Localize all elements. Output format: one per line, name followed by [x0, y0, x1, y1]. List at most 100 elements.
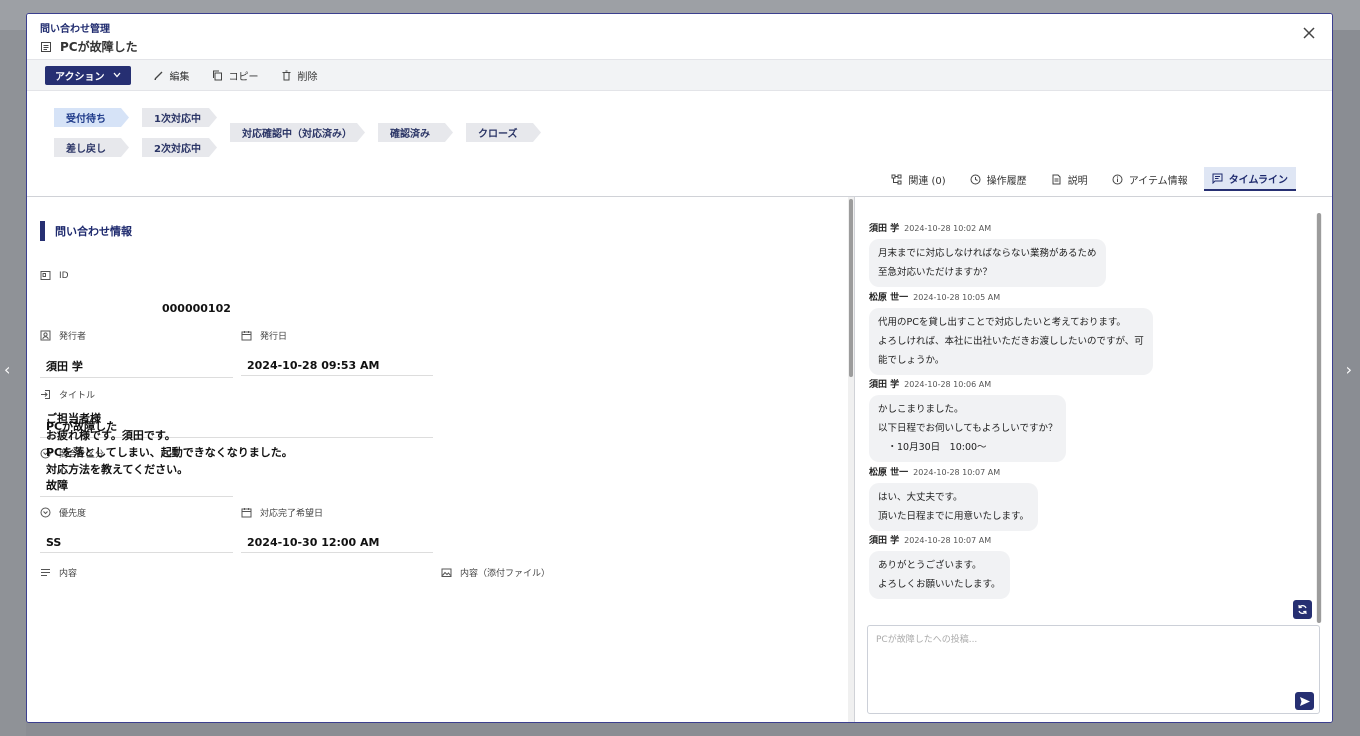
title-label: タイトル [40, 388, 95, 401]
issuer-label-text: 発行者 [59, 332, 87, 342]
edit-label: 編集 [169, 71, 190, 83]
action-menu-button[interactable]: アクション [45, 65, 131, 85]
stage-first-response[interactable]: 1次対応中 [142, 108, 217, 127]
next-record-icon[interactable]: › [1346, 360, 1352, 379]
message-bubble: 代用のPCを貸し出すことで対応したいと考えております。 よろしければ、本社に出社… [869, 308, 1153, 375]
section-accent-bar [40, 221, 45, 241]
message-bubble: 月末までに対応しなければならない業務があるため 至急対応いただけますか？ [869, 239, 1106, 287]
detail-tabs: 関連 (0) 操作履歴 説明 アイテム情報 タイムライン [883, 167, 1296, 191]
title-label-text: タイトル [59, 391, 96, 401]
section-header: 問い合わせ情報 [40, 221, 132, 241]
breadcrumb[interactable]: 問い合わせ管理 [40, 20, 110, 35]
stage-received[interactable]: 受付待ち [54, 108, 129, 127]
issue-date-label-text: 発行日 [260, 332, 288, 342]
stage-closed[interactable]: クローズ [466, 123, 541, 142]
issue-date-value: 2024-10-28 09:53 AM [241, 356, 433, 376]
post-input[interactable] [868, 626, 1319, 713]
copy-button[interactable]: コピー [212, 68, 259, 83]
record-modal: 問い合わせ管理 PCが故障した アクション 編集 コピー 削除 受付待ち 差し戻… [26, 13, 1333, 723]
message-time: 2024-10-28 10:05 AM [913, 293, 1001, 302]
message-author: 須田 学 [869, 536, 900, 546]
message-author: 松原 世一 [869, 293, 909, 303]
timeline-message: 須田 学 2024-10-28 10:06 AM かしこまりました。 以下日程で… [869, 377, 1067, 462]
content-label-text: 内容 [59, 569, 78, 579]
copy-icon [212, 70, 223, 81]
user-icon [40, 330, 51, 341]
send-button[interactable] [1295, 692, 1314, 710]
message-time: 2024-10-28 10:07 AM [904, 536, 992, 545]
tab-history-label: 操作履歴 [986, 175, 1027, 187]
message-author: 須田 学 [869, 224, 900, 234]
timeline-scrollbar[interactable] [1316, 213, 1322, 623]
calendar-icon [241, 507, 252, 518]
close-icon [1303, 27, 1315, 39]
delete-label: 削除 [297, 71, 318, 83]
priority-label-text: 優先度 [59, 509, 87, 519]
status-flow: 受付待ち 差し戻し 1次対応中 2次対応中 対応確認中（対応済み） 確認済み ク… [27, 91, 1332, 196]
attachment-label: 内容（添付ファイル） [441, 566, 550, 579]
due-date-label-text: 対応完了希望日 [260, 509, 324, 519]
edit-button[interactable]: 編集 [153, 68, 190, 83]
document-icon [1051, 174, 1062, 185]
timeline-panel: 須田 学 2024-10-28 10:02 AM 月末までに対応しなければならな… [855, 197, 1332, 722]
background-app-sidebar [0, 30, 26, 736]
modal-header: 問い合わせ管理 PCが故障した [27, 14, 1332, 59]
message-time: 2024-10-28 10:07 AM [913, 468, 1001, 477]
section-title: 問い合わせ情報 [55, 225, 132, 238]
clock-icon [970, 174, 981, 185]
page-title: PCが故障した [60, 40, 138, 54]
action-toolbar: アクション 編集 コピー 削除 [27, 59, 1332, 91]
timeline-message: 松原 世一 2024-10-28 10:05 AM 代用のPCを貸し出すことで対… [869, 290, 1153, 375]
text-lines-icon [40, 567, 51, 578]
prev-record-icon[interactable]: ‹ [4, 360, 10, 379]
chevron-down-icon [113, 72, 120, 78]
message-bubble: かしこまりました。 以下日程でお伺いしてもよろしいですか？ ・10月30日 10… [869, 395, 1067, 462]
id-card-icon [40, 270, 51, 281]
message-bubble: はい、大丈夫です。 頂いた日程までに用意いたします。 [869, 483, 1039, 531]
close-button[interactable] [1300, 26, 1318, 44]
send-icon [1299, 696, 1310, 706]
tab-timeline-label: タイムライン [1228, 174, 1288, 186]
post-box [867, 625, 1320, 714]
stage-returned[interactable]: 差し戻し [54, 138, 129, 157]
tab-description-label: 説明 [1067, 175, 1088, 187]
id-value: 000000102 [162, 302, 231, 315]
priority-label: 優先度 [40, 506, 86, 519]
priority-value: SS [40, 533, 233, 553]
tab-item-info-label: アイテム情報 [1128, 175, 1188, 187]
message-author: 須田 学 [869, 380, 900, 390]
action-menu-label: アクション [55, 71, 105, 83]
calendar-icon [241, 330, 252, 341]
chat-icon [1212, 173, 1223, 184]
tab-history[interactable]: 操作履歴 [962, 167, 1035, 191]
timeline-message: 須田 学 2024-10-28 10:02 AM 月末までに対応しなければならな… [869, 221, 1106, 287]
timeline-scrollbar-thumb[interactable] [1317, 213, 1321, 623]
message-time: 2024-10-28 10:06 AM [904, 380, 992, 389]
issuer-value: 須田 学 [40, 355, 233, 378]
id-label: ID [40, 270, 69, 281]
form-scrollbar-thumb[interactable] [849, 199, 853, 377]
tab-description[interactable]: 説明 [1043, 167, 1096, 191]
due-date-label: 対応完了希望日 [241, 506, 323, 519]
tab-timeline[interactable]: タイムライン [1203, 167, 1296, 191]
tab-related[interactable]: 関連 (0) [883, 167, 953, 191]
refresh-button[interactable] [1293, 600, 1312, 619]
message-bubble: ありがとうございます。 よろしくお願いいたします。 [869, 551, 1010, 599]
info-icon [1112, 174, 1123, 185]
stage-confirmed[interactable]: 確認済み [378, 123, 453, 142]
content-value: ご担当者様 お疲れ様です。須田です。 PCを落としてしまい、起動できなくなりまし… [46, 412, 293, 476]
message-time: 2024-10-28 10:02 AM [904, 224, 992, 233]
delete-button[interactable]: 削除 [281, 68, 318, 83]
image-icon [441, 567, 452, 578]
stage-confirming[interactable]: 対応確認中（対応済み） [230, 123, 365, 142]
pencil-icon [153, 70, 164, 81]
issue-date-label: 発行日 [241, 329, 287, 342]
message-header: 須田 学 2024-10-28 10:06 AM [869, 377, 1066, 390]
copy-label: コピー [228, 71, 259, 83]
message-header: 松原 世一 2024-10-28 10:07 AM [869, 465, 1038, 478]
id-label-text: ID [59, 270, 69, 281]
page-title-row: PCが故障した [40, 38, 138, 55]
tab-item-info[interactable]: アイテム情報 [1104, 167, 1196, 191]
stage-second-response[interactable]: 2次対応中 [142, 138, 217, 157]
message-header: 須田 学 2024-10-28 10:07 AM [869, 533, 1010, 546]
